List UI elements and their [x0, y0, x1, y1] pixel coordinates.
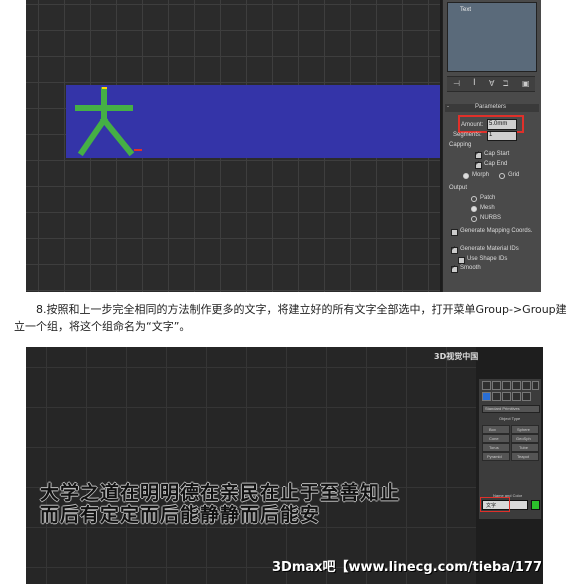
- cap-end-checkbox[interactable]: [475, 160, 482, 169]
- sphere-label: Sphere: [517, 427, 530, 432]
- cameras-icon[interactable]: [512, 392, 521, 401]
- mesh-radio[interactable]: [471, 206, 477, 212]
- step-caption-text: 8.按照和上一步完全相同的方法制作更多的文字，将建立好的所有文字全部选中，打开菜…: [14, 303, 567, 333]
- make-unique-icon[interactable]: ∀: [489, 79, 494, 88]
- lights-icon[interactable]: [502, 392, 511, 401]
- configure-modifier-sets-icon[interactable]: ▣: [522, 79, 530, 88]
- box-button[interactable]: Box: [482, 425, 510, 434]
- motion-tab-icon[interactable]: [512, 381, 521, 390]
- collapse-icon: -: [447, 104, 449, 110]
- extruded-text-da[interactable]: [72, 80, 142, 160]
- tube-label: Tube: [519, 445, 528, 450]
- grid-radio[interactable]: [499, 173, 505, 179]
- pyramid-label: Pyramid: [487, 454, 502, 459]
- parameters-rollout-header[interactable]: - Parameters: [445, 104, 539, 112]
- bottom-screenshot: 3D视觉中国 Standard Primitives Object Type B…: [26, 347, 543, 584]
- object-type-label: Object Type: [499, 416, 521, 421]
- display-tab-icon[interactable]: [522, 381, 531, 390]
- modifier-stack[interactable]: Text: [447, 2, 537, 72]
- teapot-label: Teapot: [517, 454, 530, 459]
- hanzi-line-1: 大学之道在明明德在亲民在止于至善知止: [40, 482, 401, 504]
- primitive-type-dropdown[interactable]: Standard Primitives: [482, 405, 540, 413]
- box-label: Box: [489, 427, 496, 432]
- teapot-button[interactable]: Teapot: [511, 452, 539, 461]
- helpers-icon[interactable]: [522, 392, 531, 401]
- watermark: 3Dmax吧【www.linecg.com/tieba/1771】: [272, 560, 543, 575]
- nurbs-label: NURBS: [480, 215, 502, 221]
- geosphere-button[interactable]: GeoSph: [511, 434, 539, 443]
- utilities-tab-icon[interactable]: [532, 381, 539, 390]
- primitive-type-value: Standard Primitives: [485, 406, 520, 411]
- cone-label: Cone: [489, 436, 499, 441]
- output-group-label: Output: [449, 185, 468, 191]
- viewport-perspective[interactable]: [26, 347, 476, 584]
- geometry-icon[interactable]: [482, 392, 491, 401]
- extruded-hanzi-text[interactable]: 大学之道在明明德在亲民在止于至善知止 而后有定定而后能静静而后能安: [40, 482, 480, 526]
- smooth-label: Smooth: [460, 265, 481, 271]
- gen-mapping-checkbox[interactable]: [451, 229, 458, 236]
- modifier-stack-item[interactable]: Text: [460, 7, 471, 13]
- pyramid-button[interactable]: Pyramid: [482, 452, 510, 461]
- tube-button[interactable]: Tube: [511, 443, 539, 452]
- object-color-swatch[interactable]: [531, 500, 540, 510]
- command-panel-modify: Text ⊣ Ⅰ ∀ ℶ ▣ - Parameters Amount: 5.0m…: [442, 0, 541, 292]
- morph-label: Morph: [472, 172, 490, 178]
- torus-button[interactable]: Torus: [482, 443, 510, 452]
- patch-radio[interactable]: [471, 196, 477, 202]
- gen-material-ids-label: Generate Material IDs: [460, 246, 519, 252]
- gen-material-ids-checkbox[interactable]: [451, 245, 458, 254]
- pin-stack-icon[interactable]: ⊣: [453, 79, 460, 88]
- use-shape-ids-checkbox[interactable]: [458, 257, 465, 264]
- create-tab-icon[interactable]: [482, 381, 491, 390]
- modify-tab-icon[interactable]: [492, 381, 501, 390]
- stack-toolbar: ⊣ Ⅰ ∀ ℶ ▣: [447, 76, 535, 92]
- cone-button[interactable]: Cone: [482, 434, 510, 443]
- morph-radio[interactable]: [463, 173, 469, 179]
- shapes-icon[interactable]: [492, 392, 501, 401]
- step-caption: 8.按照和上一步完全相同的方法制作更多的文字，将建立好的所有文字全部选中，打开菜…: [14, 301, 574, 335]
- viewport-front[interactable]: [26, 0, 440, 292]
- geosphere-label: GeoSph: [516, 436, 531, 441]
- segments-field[interactable]: 1: [487, 131, 517, 141]
- sphere-button[interactable]: Sphere: [511, 425, 539, 434]
- patch-label: Patch: [480, 195, 496, 201]
- torus-label: Torus: [489, 445, 499, 450]
- segments-label: Segments:: [453, 132, 482, 138]
- nurbs-radio[interactable]: [471, 216, 477, 222]
- command-panel-create: Standard Primitives Object Type Box Sphe…: [479, 379, 541, 519]
- capping-group-label: Capping: [449, 142, 472, 148]
- smooth-checkbox[interactable]: [451, 264, 458, 273]
- cap-start-label: Cap Start: [484, 151, 510, 157]
- use-shape-ids-label: Use Shape IDs: [467, 256, 508, 262]
- remove-modifier-icon[interactable]: ℶ: [503, 79, 508, 88]
- cap-start-checkbox[interactable]: [475, 150, 482, 159]
- cap-end-label: Cap End: [484, 161, 508, 167]
- name-highlight-box: [480, 497, 510, 512]
- gen-mapping-label: Generate Mapping Coords.: [460, 228, 533, 234]
- mesh-label: Mesh: [480, 205, 495, 211]
- show-end-result-icon[interactable]: Ⅰ: [473, 78, 476, 88]
- top-screenshot: Text ⊣ Ⅰ ∀ ℶ ▣ - Parameters Amount: 5.0m…: [26, 0, 541, 292]
- segments-value: 1: [489, 132, 493, 138]
- hierarchy-tab-icon[interactable]: [502, 381, 511, 390]
- hanzi-line-2: 而后有定定而后能静静而后能安: [40, 504, 321, 526]
- grid-label: Grid: [508, 172, 520, 178]
- brand-label: 3D视觉中国: [434, 352, 479, 361]
- rollout-title: Parameters: [475, 104, 507, 110]
